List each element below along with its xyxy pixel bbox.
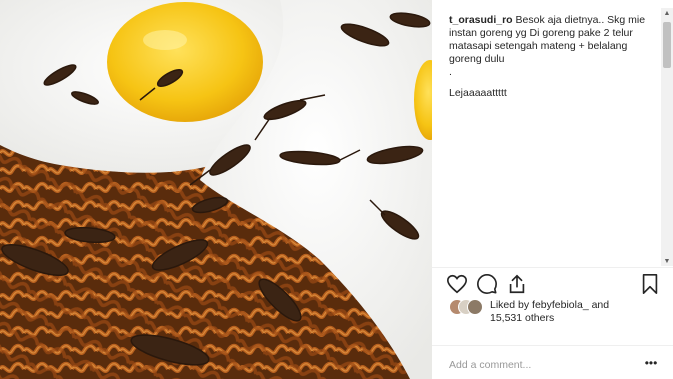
more-options-icon[interactable]: •••	[643, 357, 659, 373]
post-photo[interactable]	[0, 0, 432, 379]
likes-summary: Liked by febyfebiola_ and 15,531 others	[449, 298, 659, 328]
post-details-panel: t_orasudi_ro Besok aja dietnya.. Skg mie…	[432, 0, 673, 379]
likes-user-link[interactable]: febyfebiola_	[532, 299, 589, 311]
caption-username[interactable]: t_orasudi_ro	[449, 14, 513, 26]
comment-input[interactable]	[449, 357, 629, 373]
food-image	[0, 0, 432, 379]
comment-icon[interactable]	[476, 273, 498, 295]
bookmark-icon[interactable]	[639, 273, 661, 295]
scroll-down-icon[interactable]: ▼	[661, 256, 673, 266]
divider-top	[432, 267, 673, 268]
likes-prefix: Liked by	[490, 299, 533, 311]
comments-scrollbar[interactable]: ▲ ▼	[661, 8, 673, 266]
heart-icon[interactable]	[446, 273, 468, 295]
action-bar	[446, 273, 661, 295]
caption: t_orasudi_ro Besok aja dietnya.. Skg mie…	[449, 14, 659, 264]
caption-line-exclaim: Lejaaaaattttt	[449, 87, 507, 99]
caption-line-dot: .	[449, 66, 452, 78]
scroll-up-icon[interactable]: ▲	[661, 8, 673, 18]
caption-text: t_orasudi_ro Besok aja dietnya.. Skg mie…	[449, 14, 659, 66]
scroll-thumb[interactable]	[663, 22, 671, 68]
comment-box: •••	[449, 357, 659, 373]
share-icon[interactable]	[506, 273, 528, 295]
divider-bottom	[432, 345, 673, 346]
likes-mid: and	[588, 299, 610, 311]
avatar[interactable]	[467, 299, 483, 315]
likes-count-link[interactable]: 15,531 others	[490, 312, 554, 324]
likes-text: Liked by febyfebiola_ and 15,531 others	[490, 299, 609, 325]
